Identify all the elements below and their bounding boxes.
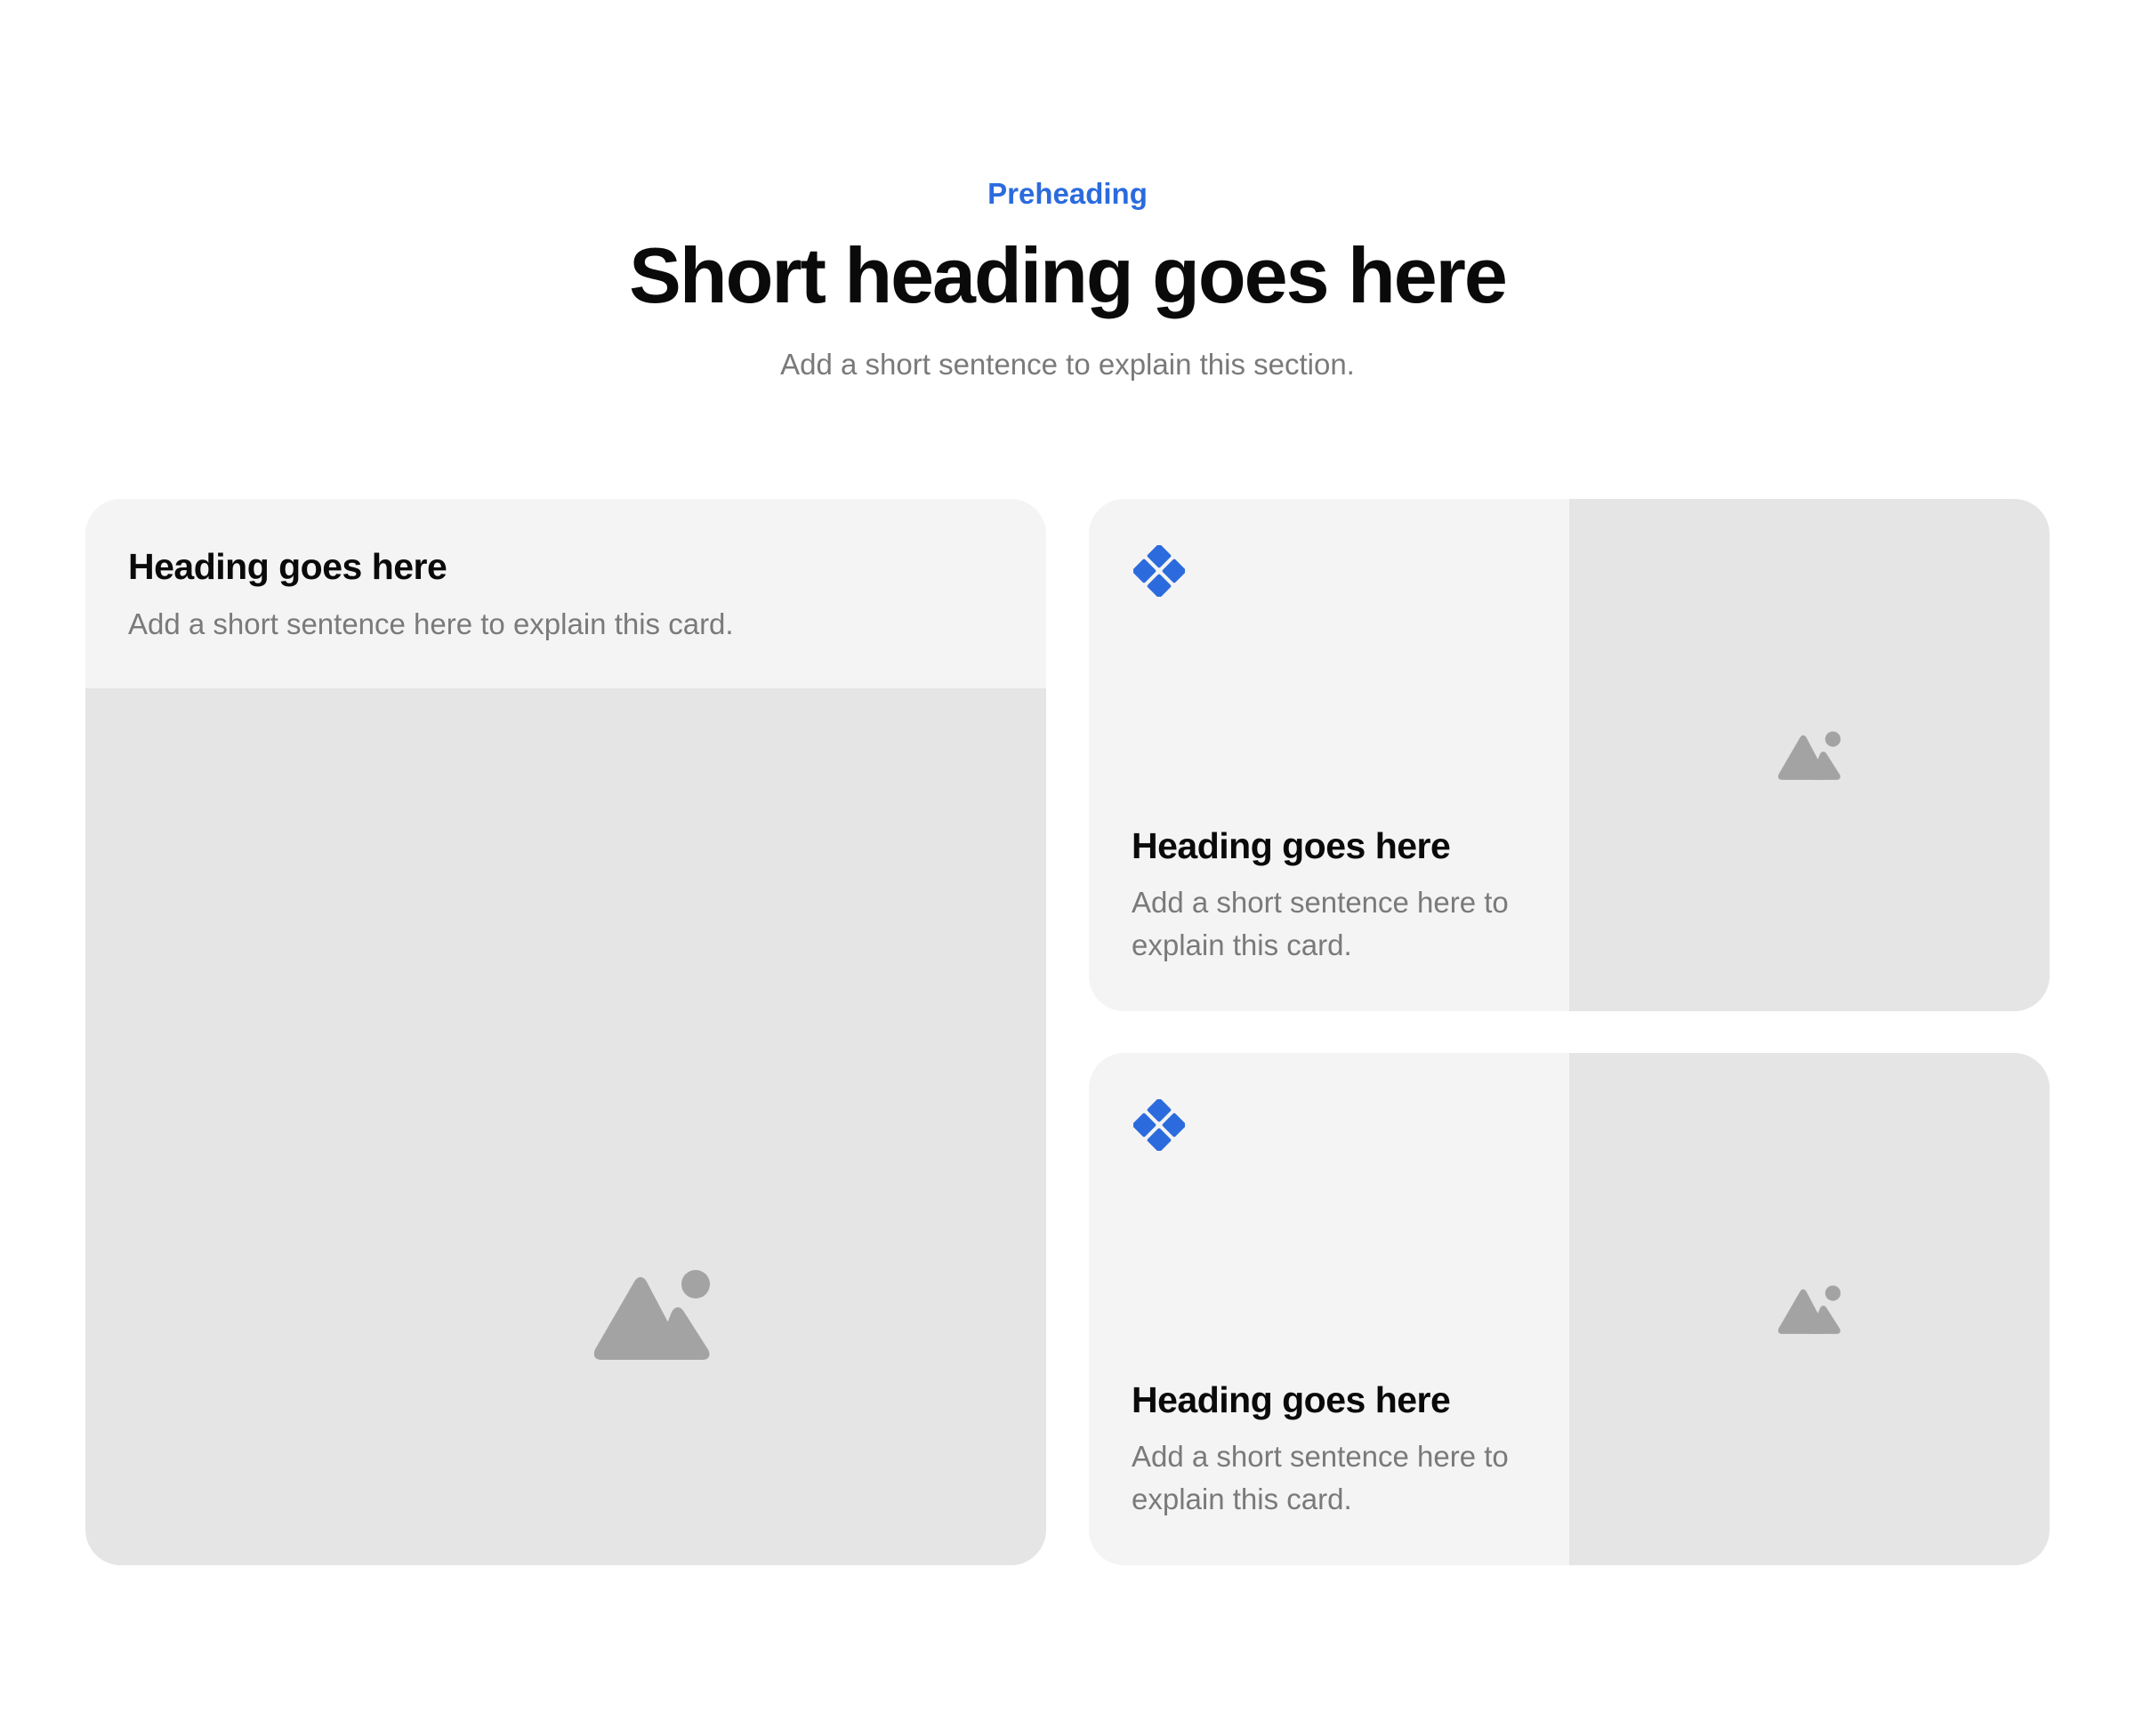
- card-heading: Heading goes here: [128, 546, 447, 587]
- card-description: Add a short sentence here to explain thi…: [128, 607, 734, 640]
- image-placeholder-icon: [1778, 731, 1841, 783]
- card-text-area: Heading goes here Add a short sentence h…: [85, 499, 1046, 688]
- preheading: Preheading: [987, 177, 1148, 210]
- feature-card-small: Heading goes here Add a short sentence h…: [1089, 1053, 2050, 1565]
- card-text-area: Heading goes here Add a short sentence h…: [1089, 1053, 1569, 1565]
- card-description: Add a short sentence here to explain thi…: [1132, 1440, 1509, 1515]
- image-placeholder-icon: [594, 1270, 710, 1364]
- section-subheading: Add a short sentence to explain this sec…: [780, 348, 1355, 381]
- card-heading: Heading goes here: [1132, 825, 1451, 866]
- feature-card-small: Heading goes here Add a short sentence h…: [1089, 499, 2050, 1011]
- component-diamond-icon: [1133, 545, 1185, 597]
- component-diamond-icon: [1133, 1099, 1185, 1151]
- card-heading: Heading goes here: [1132, 1379, 1451, 1420]
- feature-card-large: Heading goes here Add a short sentence h…: [85, 499, 1046, 1565]
- image-placeholder-icon: [1778, 1285, 1841, 1337]
- card-description: Add a short sentence here to explain thi…: [1132, 886, 1509, 961]
- card-text-area: Heading goes here Add a short sentence h…: [1089, 499, 1569, 1011]
- page-title: Short heading goes here: [629, 231, 1508, 319]
- card-image-placeholder: [1569, 1053, 2050, 1565]
- card-image-placeholder: [85, 688, 1046, 1565]
- card-image-placeholder: [1569, 499, 2050, 1011]
